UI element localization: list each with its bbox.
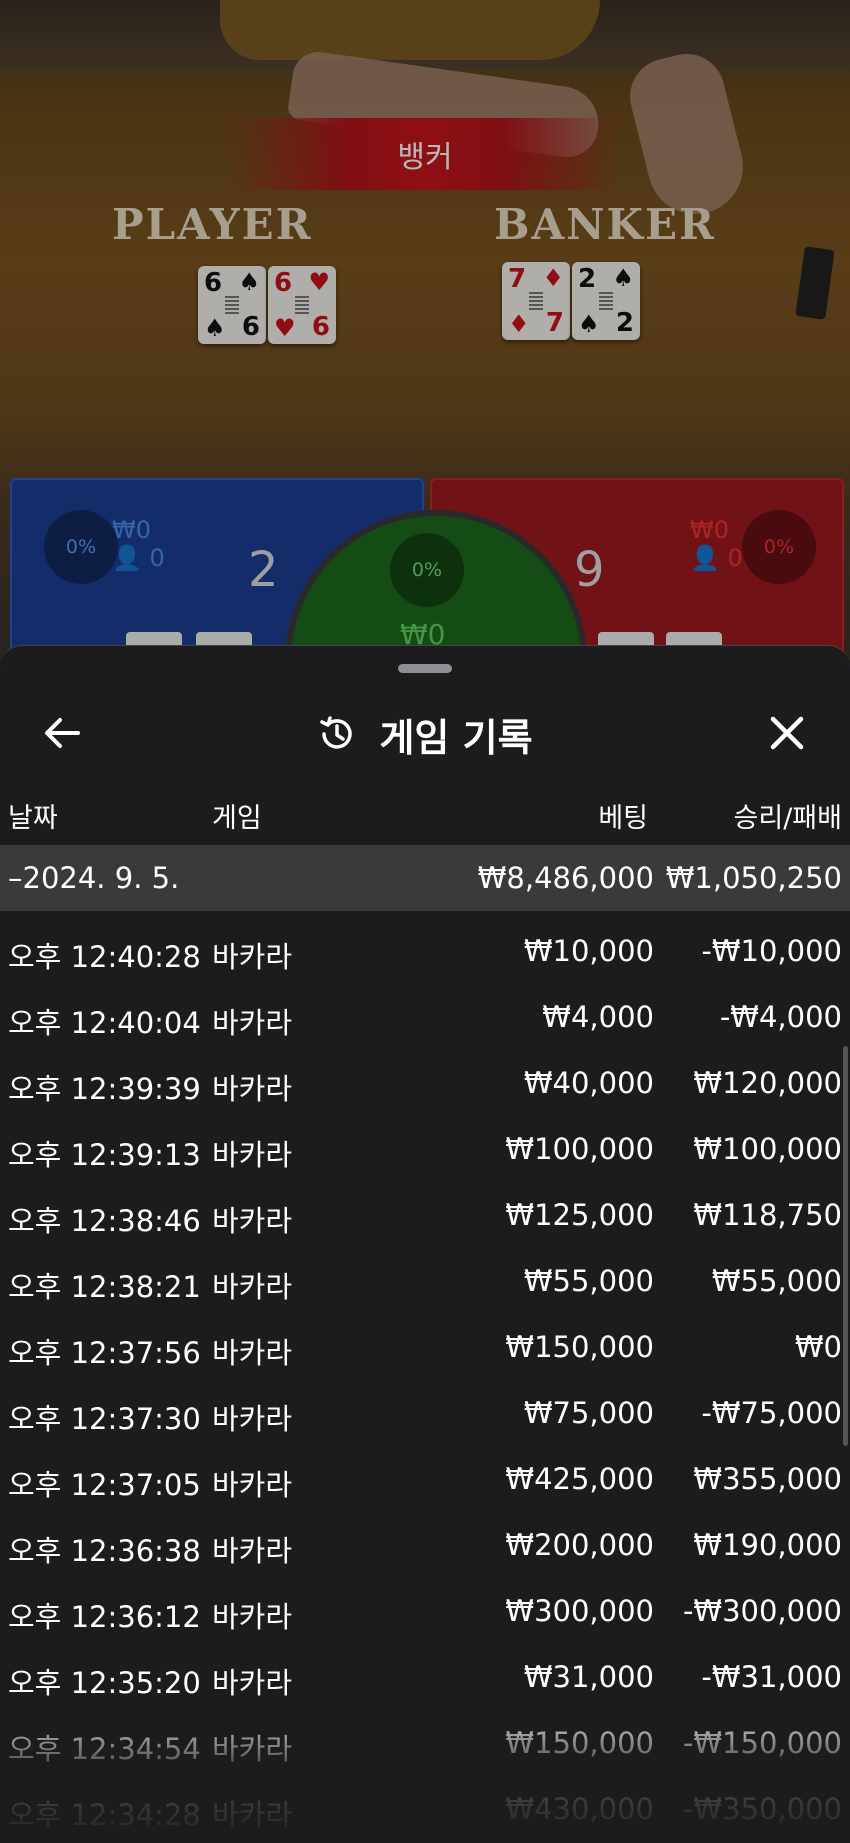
column-header-bet[interactable]: 베팅 [598, 796, 648, 836]
row-time: 오후 12:40:28 [8, 940, 201, 974]
history-row[interactable]: 오후 12:37:56 바카라 ₩150,000 ₩0 [0, 1314, 850, 1380]
row-result: ₩0 [794, 1330, 842, 1364]
row-time: 오후 12:37:05 [8, 1468, 201, 1502]
row-time: 오후 12:36:38 [8, 1534, 201, 1568]
row-result: ₩55,000 [711, 1264, 842, 1298]
history-row[interactable]: 오후 12:40:04 바카라 ₩4,000 -₩4,000 [0, 984, 850, 1050]
row-time: 오후 12:35:20 [8, 1666, 201, 1700]
row-game: 바카라 [212, 1270, 293, 1304]
row-result: ₩355,000 [693, 1462, 842, 1496]
date-group-label: –2024. 9. 5. [8, 861, 180, 895]
row-game: 바카라 [212, 1138, 293, 1172]
history-row[interactable]: 오후 12:34:54 바카라 ₩150,000 -₩150,000 [0, 1710, 850, 1776]
column-header-result[interactable]: 승리/패배 [734, 796, 842, 836]
row-game: 바카라 [212, 1468, 293, 1502]
row-time: 오후 12:39:39 [8, 1072, 201, 1106]
column-header-game[interactable]: 게임 [212, 796, 262, 836]
live-game-view: 뱅커 PLAYER BANKER 6 ♠ ♠ 6 6 ♥ ♥ 6 7 ♦ ♦ 7… [0, 0, 850, 660]
row-bet: ₩125,000 [505, 1198, 654, 1232]
row-result: -₩10,000 [701, 934, 842, 968]
row-result: -₩350,000 [682, 1792, 842, 1826]
row-game: 바카라 [212, 940, 293, 974]
history-row[interactable]: 오후 12:35:20 바카라 ₩31,000 -₩31,000 [0, 1644, 850, 1710]
history-row[interactable]: 오후 12:40:28 바카라 ₩10,000 -₩10,000 [0, 918, 850, 984]
row-game: 바카라 [212, 1336, 293, 1370]
row-bet: ₩150,000 [505, 1726, 654, 1760]
row-time: 오후 12:38:46 [8, 1204, 201, 1238]
modal-backdrop[interactable] [0, 0, 850, 660]
history-row[interactable]: 오후 12:37:30 바카라 ₩75,000 -₩75,000 [0, 1380, 850, 1446]
row-time: 오후 12:36:12 [8, 1600, 201, 1634]
row-bet: ₩300,000 [505, 1594, 654, 1628]
row-time: 오후 12:34:54 [8, 1732, 201, 1766]
column-header-date[interactable]: 날짜 [8, 796, 58, 836]
row-result: -₩31,000 [701, 1660, 842, 1694]
row-bet: ₩100,000 [505, 1132, 654, 1166]
row-time: 오후 12:38:21 [8, 1270, 201, 1304]
row-game: 바카라 [212, 1798, 293, 1832]
row-game: 바카라 [212, 1600, 293, 1634]
arrow-left-icon [45, 718, 80, 748]
row-game: 바카라 [212, 1006, 293, 1040]
scrollbar[interactable] [843, 1046, 848, 1446]
row-game: 바카라 [212, 1534, 293, 1568]
row-bet: ₩10,000 [523, 934, 654, 968]
row-game: 바카라 [212, 1204, 293, 1238]
date-group-row[interactable]: –2024. 9. 5. ₩8,486,000 ₩1,050,250 [0, 845, 850, 911]
game-history-sheet: 게임 기록 날짜 게임 베팅 승리/패배 –2024. 9. 5. ₩8,486… [0, 645, 850, 1843]
row-bet: ₩430,000 [505, 1792, 654, 1826]
row-time: 오후 12:34:28 [8, 1798, 201, 1832]
row-result: -₩150,000 [682, 1726, 842, 1760]
row-game: 바카라 [212, 1732, 293, 1766]
row-bet: ₩55,000 [523, 1264, 654, 1298]
row-bet: ₩425,000 [505, 1462, 654, 1496]
row-game: 바카라 [212, 1402, 293, 1436]
row-time: 오후 12:37:30 [8, 1402, 201, 1436]
row-result: ₩120,000 [693, 1066, 842, 1100]
history-row[interactable]: 오후 12:38:46 바카라 ₩125,000 ₩118,750 [0, 1182, 850, 1248]
row-result: ₩118,750 [693, 1198, 842, 1232]
row-time: 오후 12:39:13 [8, 1138, 201, 1172]
row-bet: ₩150,000 [505, 1330, 654, 1364]
history-row[interactable]: 오후 12:34:28 바카라 ₩430,000 -₩350,000 [0, 1776, 850, 1842]
sheet-title: 게임 기록 [379, 715, 533, 760]
row-bet: ₩31,000 [523, 1660, 654, 1694]
row-bet: ₩40,000 [523, 1066, 654, 1100]
history-row[interactable]: 오후 12:38:21 바카라 ₩55,000 ₩55,000 [0, 1248, 850, 1314]
history-row[interactable]: 오후 12:36:38 바카라 ₩200,000 ₩190,000 [0, 1512, 850, 1578]
history-row[interactable]: 오후 12:37:05 바카라 ₩425,000 ₩355,000 [0, 1446, 850, 1512]
row-game: 바카라 [212, 1666, 293, 1700]
row-bet: ₩4,000 [542, 1000, 654, 1034]
history-row[interactable]: 오후 12:39:39 바카라 ₩40,000 ₩120,000 [0, 1050, 850, 1116]
date-group-bet-total: ₩8,486,000 [477, 861, 654, 895]
row-time: 오후 12:37:56 [8, 1336, 201, 1370]
date-group-result-total: ₩1,050,250 [665, 861, 842, 895]
history-row[interactable]: 오후 12:36:12 바카라 ₩300,000 -₩300,000 [0, 1578, 850, 1644]
row-result: ₩190,000 [693, 1528, 842, 1562]
row-result: -₩4,000 [719, 1000, 842, 1034]
row-result: ₩100,000 [693, 1132, 842, 1166]
row-bet: ₩75,000 [523, 1396, 654, 1430]
back-button[interactable] [38, 708, 88, 758]
close-icon [770, 716, 804, 750]
close-button[interactable] [762, 708, 812, 758]
sheet-title-group: 게임 기록 [0, 694, 850, 774]
row-time: 오후 12:40:04 [8, 1006, 201, 1040]
row-game: 바카라 [212, 1072, 293, 1106]
row-result: -₩300,000 [682, 1594, 842, 1628]
history-row[interactable]: 오후 12:39:13 바카라 ₩100,000 ₩100,000 [0, 1116, 850, 1182]
row-bet: ₩200,000 [505, 1528, 654, 1562]
history-clock-icon [320, 716, 353, 749]
row-result: -₩75,000 [701, 1396, 842, 1430]
sheet-header: 게임 기록 [0, 694, 850, 774]
sheet-drag-handle[interactable] [398, 664, 452, 673]
